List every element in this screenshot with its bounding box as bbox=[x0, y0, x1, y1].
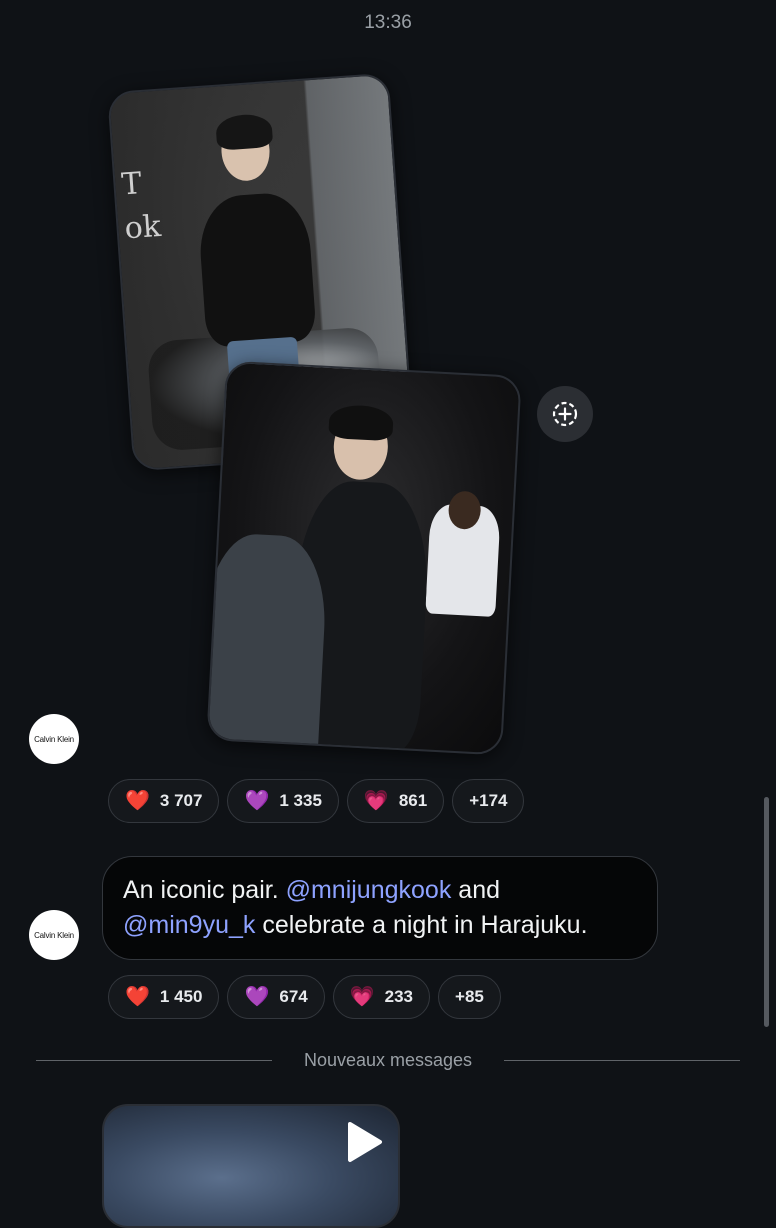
reaction-count: 1 450 bbox=[159, 987, 203, 1006]
avatar-logo-text: Calvin Klein bbox=[34, 734, 74, 744]
reaction-count: 233 bbox=[384, 987, 414, 1006]
add-reaction-button[interactable] bbox=[537, 386, 593, 442]
reaction-count: 861 bbox=[398, 791, 428, 810]
reaction-heart-purple[interactable]: 💜 1 335 bbox=[227, 779, 339, 823]
sparkling-heart-icon: 💗 bbox=[363, 790, 389, 812]
new-messages-divider: Nouveaux messages bbox=[36, 1048, 740, 1074]
play-icon bbox=[348, 1122, 382, 1162]
mention-link[interactable]: @mnijungkook bbox=[286, 876, 452, 904]
red-heart-icon: ❤️ bbox=[125, 790, 150, 812]
add-reaction-icon bbox=[552, 401, 578, 427]
red-heart-icon: ❤️ bbox=[125, 986, 150, 1008]
reaction-count: 674 bbox=[279, 987, 308, 1006]
scrollbar[interactable] bbox=[764, 797, 769, 1027]
reaction-more-count: +85 bbox=[455, 987, 484, 1006]
avatar[interactable]: Calvin Klein bbox=[29, 714, 79, 764]
reaction-heart-red[interactable]: ❤️ 3 707 bbox=[108, 779, 220, 823]
post-photo-2[interactable] bbox=[206, 360, 522, 756]
photo-wall-text: T ok bbox=[120, 166, 163, 247]
reaction-heart-sparkling[interactable]: 💗 861 bbox=[346, 779, 445, 823]
person-jacket-shape bbox=[196, 190, 317, 348]
reaction-bar-post-2: ❤️ 1 450 💜 674 💗 233 +85 bbox=[108, 975, 501, 1019]
reaction-count: 3 707 bbox=[159, 791, 203, 810]
reaction-more-count: +174 bbox=[469, 791, 508, 810]
mention-link[interactable]: @min9yu_k bbox=[123, 911, 255, 939]
avatar[interactable]: Calvin Klein bbox=[29, 910, 79, 960]
purple-heart-icon: 💜 bbox=[244, 790, 270, 812]
sparkling-heart-icon: 💗 bbox=[349, 986, 375, 1008]
divider-label: Nouveaux messages bbox=[303, 1050, 473, 1070]
photographer-shape bbox=[206, 531, 329, 756]
message-text: and bbox=[451, 876, 501, 904]
person-hair-shape bbox=[328, 404, 394, 442]
reaction-more[interactable]: +174 bbox=[452, 779, 525, 823]
reaction-count: 1 335 bbox=[279, 791, 322, 810]
purple-heart-icon: 💜 bbox=[244, 986, 270, 1008]
reaction-heart-sparkling[interactable]: 💗 233 bbox=[332, 975, 431, 1019]
video-message[interactable] bbox=[102, 1104, 400, 1228]
reaction-bar-post-1: ❤️ 3 707 💜 1 335 💗 861 +174 bbox=[108, 779, 525, 823]
message-text: celebrate a night in Harajuku. bbox=[255, 911, 588, 939]
message-bubble[interactable]: An iconic pair. @mnijungkook and @min9yu… bbox=[102, 856, 658, 960]
reaction-more[interactable]: +85 bbox=[438, 975, 501, 1019]
avatar-logo-text: Calvin Klein bbox=[34, 930, 74, 940]
reaction-heart-purple[interactable]: 💜 674 bbox=[227, 975, 325, 1019]
message-timestamp: 13:36 bbox=[364, 12, 412, 33]
reaction-heart-red[interactable]: ❤️ 1 450 bbox=[108, 975, 220, 1019]
message-text: An iconic pair. bbox=[123, 876, 286, 904]
